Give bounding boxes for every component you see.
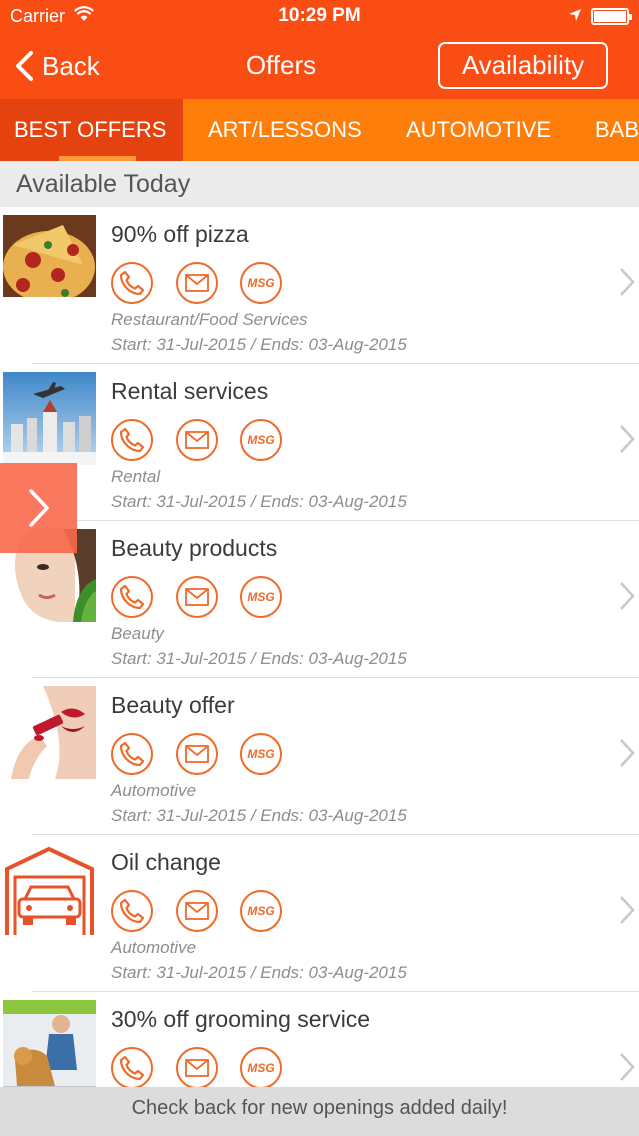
email-button[interactable] <box>176 576 218 618</box>
envelope-icon <box>185 274 209 292</box>
chevron-right-icon <box>620 1053 635 1081</box>
offer-dates: Start: 31-Jul-2015 / Ends: 03-Aug-2015 <box>111 649 407 668</box>
envelope-icon <box>185 745 209 763</box>
call-button[interactable] <box>111 1047 153 1087</box>
email-button[interactable] <box>176 419 218 461</box>
offer-title: 90% off pizza <box>111 221 249 247</box>
offer-category: Beauty <box>111 624 164 643</box>
email-button[interactable] <box>176 733 218 775</box>
chevron-right-icon <box>620 425 635 453</box>
call-button[interactable] <box>111 890 153 932</box>
section-header: Available Today <box>0 161 639 207</box>
message-button[interactable]: MSG <box>240 890 282 932</box>
offer-row[interactable]: Rental services MSG Rental Start: 31-Jul… <box>0 364 639 521</box>
msg-icon: MSG <box>247 433 275 447</box>
tab-best-offers[interactable]: BEST OFFERS <box>0 99 183 161</box>
offers-list: 90% off pizza MSG Restaurant/Food Servic… <box>0 207 639 1087</box>
phone-icon <box>119 741 145 767</box>
call-button[interactable] <box>111 733 153 775</box>
email-button[interactable] <box>176 1047 218 1087</box>
envelope-icon <box>185 1059 209 1077</box>
chevron-right-icon <box>620 739 635 767</box>
msg-icon: MSG <box>247 276 275 290</box>
offer-dates: Start: 31-Jul-2015 / Ends: 03-Aug-2015 <box>111 335 407 354</box>
envelope-icon <box>185 902 209 920</box>
email-button[interactable] <box>176 890 218 932</box>
offer-category: Rental <box>111 467 161 486</box>
message-button[interactable]: MSG <box>240 733 282 775</box>
battery-icon <box>591 8 632 25</box>
offer-category: Automotive <box>111 781 197 800</box>
pizza-image <box>3 215 96 308</box>
offer-category: Restaurant/Food Services <box>111 310 308 329</box>
call-button[interactable] <box>111 419 153 461</box>
offer-row[interactable]: 90% off pizza MSG Restaurant/Food Servic… <box>0 207 639 364</box>
msg-icon: MSG <box>247 590 275 604</box>
email-button[interactable] <box>176 262 218 304</box>
side-menu-toggle[interactable] <box>0 463 77 553</box>
garage-car-icon <box>3 843 96 936</box>
offer-row[interactable]: Beauty products MSG Beauty Start: 31-Jul… <box>0 521 639 678</box>
offer-dates: Start: 31-Jul-2015 / Ends: 03-Aug-2015 <box>111 963 407 982</box>
lipstick-image <box>3 686 96 779</box>
phone-icon <box>119 898 145 924</box>
offer-dates: Start: 31-Jul-2015 / Ends: 03-Aug-2015 <box>111 806 407 825</box>
chevron-right-icon <box>620 268 635 296</box>
phone-icon <box>119 1055 145 1081</box>
call-button[interactable] <box>111 262 153 304</box>
phone-icon <box>119 584 145 610</box>
offer-title: Beauty products <box>111 535 278 561</box>
tab-baby[interactable]: BABY <box>595 99 639 161</box>
phone-icon <box>119 427 145 453</box>
offer-title: Oil change <box>111 849 221 875</box>
dog-grooming-image <box>3 1000 96 1087</box>
navigation-bar: Carrier 10:29 PM Back Offers Availabilit… <box>0 0 639 99</box>
message-button[interactable]: MSG <box>240 576 282 618</box>
status-bar: Carrier 10:29 PM <box>0 0 639 34</box>
envelope-icon <box>185 431 209 449</box>
travel-image <box>3 372 96 465</box>
call-button[interactable] <box>111 576 153 618</box>
offer-title: Beauty offer <box>111 692 235 718</box>
tab-art-lessons[interactable]: ART/LESSONS <box>208 99 362 161</box>
offer-category: Automotive <box>111 938 197 957</box>
phone-icon <box>119 270 145 296</box>
msg-icon: MSG <box>247 904 275 918</box>
chevron-right-icon <box>620 896 635 924</box>
message-button[interactable]: MSG <box>240 262 282 304</box>
offer-row[interactable]: Beauty offer MSG Automotive Start: 31-Ju… <box>0 678 639 835</box>
availability-button[interactable]: Availability <box>438 42 608 89</box>
chevron-right-icon <box>620 582 635 610</box>
offer-row[interactable]: Oil change MSG Automotive Start: 31-Jul-… <box>0 835 639 992</box>
offer-title: 30% off grooming service <box>111 1006 371 1032</box>
msg-icon: MSG <box>247 747 275 761</box>
envelope-icon <box>185 588 209 606</box>
message-button[interactable]: MSG <box>240 419 282 461</box>
footer-message: Check back for new openings added daily! <box>0 1087 639 1136</box>
location-arrow-icon <box>568 8 582 27</box>
offer-row[interactable]: 30% off grooming service MSG <box>0 992 639 1087</box>
msg-icon: MSG <box>247 1061 275 1075</box>
message-button[interactable]: MSG <box>240 1047 282 1087</box>
chevron-right-icon <box>28 489 49 527</box>
category-tabs: BEST OFFERS ART/LESSONS AUTOMOTIVE BABY <box>0 99 639 161</box>
tab-automotive[interactable]: AUTOMOTIVE <box>406 99 551 161</box>
offer-dates: Start: 31-Jul-2015 / Ends: 03-Aug-2015 <box>111 492 407 511</box>
status-time: 10:29 PM <box>278 5 361 26</box>
offer-title: Rental services <box>111 378 269 404</box>
